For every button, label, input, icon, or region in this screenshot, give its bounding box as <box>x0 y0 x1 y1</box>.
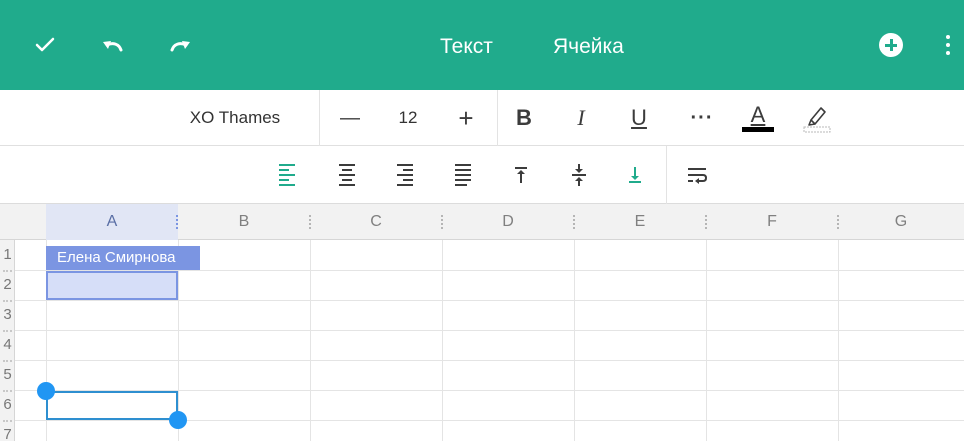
top-toolbar: Текст Ячейка <box>0 0 964 90</box>
column-resize-handle[interactable] <box>309 215 311 229</box>
column-header-g[interactable]: G <box>838 204 964 240</box>
column-header-d[interactable]: D <box>442 204 574 240</box>
font-family-selector[interactable]: XO Thames <box>168 90 302 146</box>
row-resize-handle[interactable] <box>3 300 12 302</box>
row-header-3[interactable]: 3 <box>0 306 15 323</box>
align-center-glyph <box>339 164 355 186</box>
tab-cell[interactable]: Ячейка <box>553 30 624 64</box>
valign-bottom-icon[interactable] <box>620 146 650 204</box>
tab-text[interactable]: Текст <box>440 30 493 64</box>
selection-handle-end[interactable] <box>169 411 187 429</box>
divider <box>319 90 320 146</box>
check-icon[interactable] <box>30 30 60 60</box>
gridline <box>706 240 707 441</box>
selected-cell-a6[interactable] <box>46 391 178 420</box>
font-color-icon: A <box>742 104 774 132</box>
decrease-font-size-button[interactable]: — <box>330 90 370 146</box>
selection-handle-start[interactable] <box>37 382 55 400</box>
format-toolbar-alignment <box>0 146 964 204</box>
cell-a1[interactable]: Елена Смирнова <box>46 246 200 270</box>
font-size-value[interactable]: 12 <box>386 90 430 146</box>
row-resize-handle[interactable] <box>3 360 12 362</box>
row-resize-handle[interactable] <box>3 390 12 392</box>
row-resize-handle[interactable] <box>3 270 12 272</box>
spreadsheet-grid: A B C D E F G 1 2 3 4 5 6 7 Елена Смирно… <box>0 204 964 441</box>
row-header-column: 1 2 3 4 5 6 7 <box>0 240 15 441</box>
row-resize-handle[interactable] <box>3 330 12 332</box>
column-header-b[interactable]: B <box>178 204 310 240</box>
highlighter-icon-glyph <box>803 107 831 133</box>
more-vertical-icon[interactable] <box>938 30 958 60</box>
align-justify-glyph <box>455 164 471 186</box>
more-vertical-glyph <box>946 35 950 55</box>
undo-icon-glyph <box>103 41 123 52</box>
cell-a2-highlighted[interactable] <box>46 271 178 300</box>
align-left-glyph <box>279 164 295 186</box>
wrap-text-glyph <box>688 168 708 184</box>
font-color-letter: A <box>750 102 766 127</box>
undo-icon[interactable] <box>98 30 130 60</box>
row-header-5[interactable]: 5 <box>0 366 15 383</box>
row-header-1[interactable]: 1 <box>0 246 15 263</box>
column-header-row: A B C D E F G <box>0 204 964 240</box>
gridline <box>442 240 443 441</box>
divider <box>497 90 498 146</box>
column-resize-handle[interactable] <box>573 215 575 229</box>
font-color-swatch <box>742 127 774 132</box>
row-resize-handle[interactable] <box>3 420 12 422</box>
column-resize-handle[interactable] <box>441 215 443 229</box>
bold-button[interactable]: B <box>509 90 539 146</box>
check-icon-glyph <box>35 37 55 52</box>
valign-top-icon[interactable] <box>506 146 536 204</box>
gridline <box>838 240 839 441</box>
column-resize-handle[interactable] <box>837 215 839 229</box>
column-header-c[interactable]: C <box>310 204 442 240</box>
align-right-icon[interactable] <box>390 146 420 204</box>
gridline <box>574 240 575 441</box>
divider <box>666 146 667 204</box>
highlighter-icon[interactable] <box>798 90 836 146</box>
align-right-glyph <box>397 164 413 186</box>
row-header-7[interactable]: 7 <box>0 426 15 441</box>
gridline <box>310 240 311 441</box>
align-justify-icon[interactable] <box>448 146 478 204</box>
column-resize-handle[interactable] <box>705 215 707 229</box>
row-header-2[interactable]: 2 <box>0 276 15 293</box>
column-header-a[interactable]: A <box>46 204 178 240</box>
increase-font-size-button[interactable]: + <box>446 90 486 146</box>
column-header-e[interactable]: E <box>574 204 706 240</box>
align-left-icon[interactable] <box>272 146 302 204</box>
valign-bottom-glyph <box>629 167 641 183</box>
add-circle-glyph <box>879 33 903 57</box>
row-header-6[interactable]: 6 <box>0 396 15 413</box>
gridline <box>15 420 964 421</box>
valign-top-glyph <box>515 167 527 183</box>
underline-button[interactable]: U <box>624 90 654 146</box>
gridline <box>15 360 964 361</box>
italic-button[interactable]: I <box>566 90 596 146</box>
font-color-button[interactable]: A <box>738 90 778 146</box>
format-toolbar-font: XO Thames — 12 + B I U ··· A <box>0 90 964 146</box>
valign-middle-glyph <box>572 164 586 186</box>
wrap-text-icon[interactable] <box>680 146 714 204</box>
redo-icon-glyph <box>170 41 190 52</box>
align-center-icon[interactable] <box>332 146 362 204</box>
redo-icon[interactable] <box>163 30 195 60</box>
gridline <box>15 300 964 301</box>
column-header-f[interactable]: F <box>706 204 838 240</box>
gridline <box>15 330 964 331</box>
more-format-button[interactable]: ··· <box>684 90 720 146</box>
row-header-4[interactable]: 4 <box>0 336 15 353</box>
add-circle-icon[interactable] <box>876 30 906 60</box>
column-resize-handle[interactable] <box>176 215 178 229</box>
valign-middle-icon[interactable] <box>564 146 594 204</box>
